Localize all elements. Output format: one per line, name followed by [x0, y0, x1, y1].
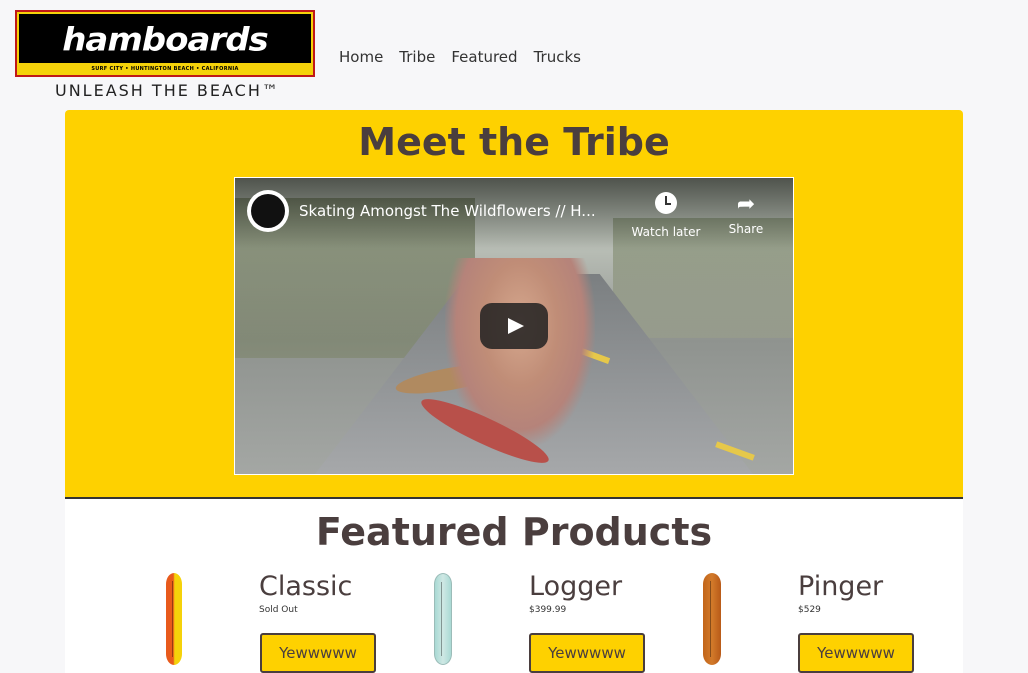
product-name: Pinger [798, 571, 884, 602]
nav-featured-link[interactable]: Featured [451, 48, 517, 66]
watch-later-label: Watch later [631, 225, 701, 239]
nav-trucks-link[interactable]: Trucks [534, 48, 581, 66]
logo-subtext: SURF CITY • HUNTINGTON BEACH • CALIFORNI… [91, 66, 239, 72]
share-label: Share [728, 222, 764, 236]
watch-later-button[interactable]: Watch later [631, 192, 701, 239]
nav-home-link[interactable]: Home [339, 48, 383, 66]
featured-title: Featured Products [315, 510, 713, 554]
product-price: $399.99 [529, 605, 567, 615]
product-name: Classic [259, 571, 353, 602]
play-button-icon[interactable] [480, 303, 548, 349]
product-button[interactable]: Yewwwww [529, 633, 645, 673]
clock-icon [655, 192, 677, 214]
product-name: Logger [529, 571, 623, 602]
logo-wordmark: hamboards [62, 21, 269, 59]
tagline: UNLEASH THE BEACH™ [55, 81, 280, 100]
video-player[interactable]: Skating Amongst The Wildflowers // H... … [234, 177, 794, 475]
pinger-board-image[interactable] [703, 573, 721, 665]
channel-avatar-icon[interactable] [247, 190, 289, 232]
product-price: Sold Out [259, 605, 298, 615]
share-icon: ➦ [736, 192, 756, 217]
video-title[interactable]: Skating Amongst The Wildflowers // H... [299, 202, 619, 220]
logger-board-image[interactable] [434, 573, 452, 665]
product-button[interactable]: Yewwwww [798, 633, 914, 673]
product-price: $529 [798, 605, 821, 615]
main-nav: Home Tribe Featured Trucks [339, 48, 581, 66]
nav-tribe-link[interactable]: Tribe [399, 48, 435, 66]
share-button[interactable]: ➦ Share [711, 192, 781, 236]
classic-board-image[interactable] [166, 573, 182, 665]
tribe-title: Meet the Tribe [358, 120, 670, 164]
product-button[interactable]: Yewwwww [260, 633, 376, 673]
logo-panel: hamboards [19, 14, 311, 63]
hamboards-logo[interactable]: hamboards SURF CITY • HUNTINGTON BEACH •… [15, 10, 315, 77]
